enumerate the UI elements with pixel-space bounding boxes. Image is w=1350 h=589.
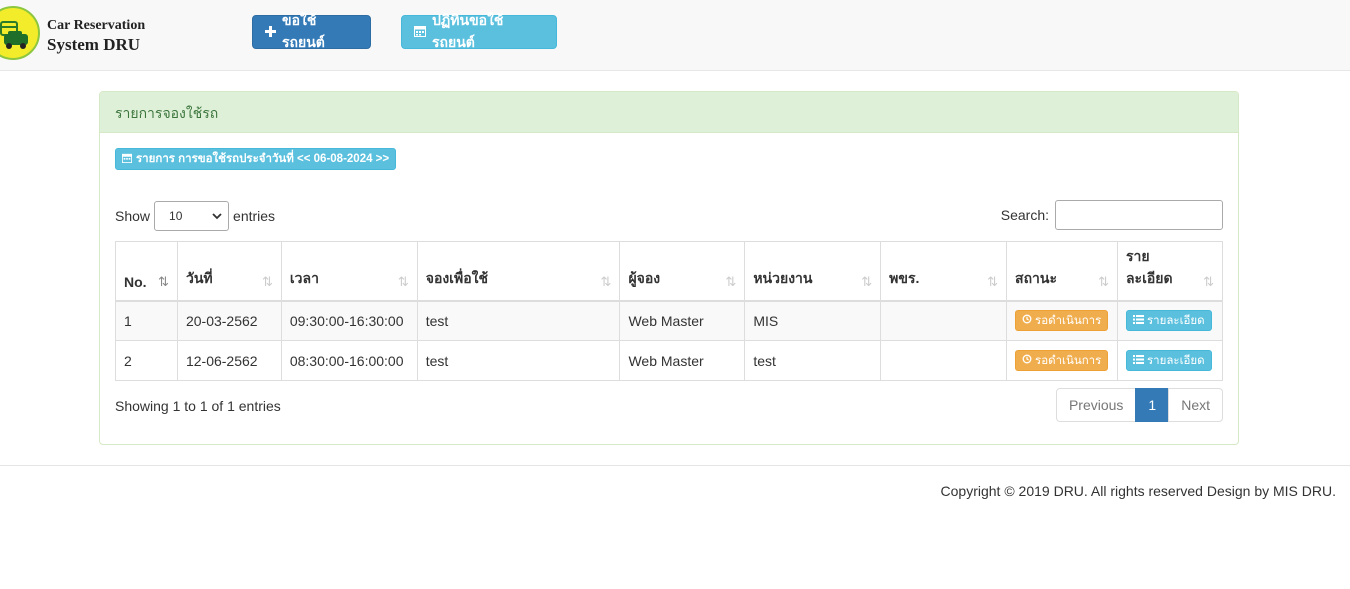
table-row: 1 20-03-2562 09:30:00-16:30:00 test Web … — [115, 300, 1224, 341]
cell-booker: Web Master — [619, 340, 746, 381]
panel-heading: รายการจองใช้รถ — [100, 92, 1238, 133]
footer-copyright: Copyright © 2019 DRU. All rights reserve… — [940, 483, 1336, 499]
column-header-time[interactable]: เวลา ⇅ — [280, 241, 418, 302]
cell-no: 1 — [115, 300, 178, 341]
sort-icon: ⇅ — [725, 273, 737, 289]
status-text: รอดำเนินการ — [1035, 354, 1102, 367]
sort-icon: ⇅ — [1098, 273, 1109, 289]
pagination-previous[interactable]: Previous — [1055, 388, 1137, 422]
pagination-next[interactable]: Next — [1168, 388, 1223, 422]
cell-unit: test — [744, 340, 882, 381]
search-control: Search: — [1001, 200, 1223, 230]
list-icon — [1132, 354, 1144, 367]
detail-text: รายละเอียด — [1146, 314, 1205, 327]
cell-status: รอดำเนินการ — [1006, 340, 1118, 381]
column-header-purpose[interactable]: จองเพื่อใช้ ⇅ — [416, 241, 621, 302]
column-header-booker[interactable]: ผู้จอง ⇅ — [619, 241, 746, 302]
chevron-down-icon — [212, 209, 222, 223]
search-label: Search: — [1000, 207, 1049, 223]
cell-no: 2 — [115, 340, 178, 381]
length-control: Show 10 entries — [115, 201, 275, 231]
history-icon — [1022, 314, 1032, 327]
column-header-unit[interactable]: หน่วยงาน ⇅ — [744, 241, 882, 302]
table-row: 2 12-06-2562 08:30:00-16:00:00 test Web … — [115, 340, 1224, 381]
entries-label: entries — [233, 208, 276, 224]
navbar: Car Reservation System DRU ขอใช้รถยนต์ ป… — [0, 0, 1350, 71]
cell-purpose: test — [416, 300, 621, 341]
table-header-row: No. ⇅ วันที่ ⇅ เวลา ⇅ จองเพื่อใช้ ⇅ ผู้จอง ⇅ … — [115, 241, 1224, 302]
calendar-icon — [414, 24, 426, 40]
plus-icon — [265, 24, 276, 40]
cell-date: 12-06-2562 — [176, 340, 282, 381]
cell-unit: MIS — [744, 300, 882, 341]
sort-icon: ⇅ — [600, 273, 612, 289]
calendar-icon — [122, 153, 132, 166]
request-car-label: ขอใช้รถยนต์ — [282, 12, 325, 50]
entries-select-value: 10 — [169, 209, 183, 223]
cell-driver — [880, 300, 1008, 341]
column-header-driver[interactable]: พขร. ⇅ — [880, 241, 1008, 302]
list-icon — [1132, 314, 1144, 327]
sort-icon: ⇅ — [261, 273, 273, 289]
request-car-button[interactable]: ขอใช้รถยนต์ — [252, 12, 371, 50]
cell-detail: รายละเอียด — [1116, 340, 1224, 381]
search-input[interactable] — [1055, 200, 1223, 230]
column-header-no[interactable]: No. ⇅ — [115, 241, 178, 302]
cell-detail: รายละเอียด — [1116, 300, 1224, 341]
status-text: รอดำเนินการ — [1035, 314, 1102, 327]
date-label-text: รายการ การขอใช้รถประจำวันที่ << 06-08-20… — [136, 153, 390, 165]
column-header-detail[interactable]: ราย ละเอียด ⇅ — [1116, 241, 1224, 302]
sort-icon: ⇅ — [861, 273, 873, 289]
pagination-page-1[interactable]: 1 — [1135, 388, 1170, 422]
status-badge[interactable]: รอดำเนินการ — [1015, 310, 1109, 332]
table-info: Showing 1 to 1 of 1 entries — [115, 398, 281, 414]
detail-button[interactable]: รายละเอียด — [1125, 310, 1212, 332]
show-label: Show — [115, 208, 151, 224]
cell-time: 08:30:00-16:00:00 — [280, 340, 418, 381]
detail-button[interactable]: รายละเอียด — [1125, 350, 1212, 371]
cell-purpose: test — [416, 340, 621, 381]
cell-driver — [880, 340, 1008, 381]
calendar-button[interactable]: ปฏิทินขอใช้รถยนต์ — [401, 12, 557, 50]
pagination: Previous 1 Next — [1055, 388, 1223, 422]
brand-line-2: System DRU — [47, 35, 141, 54]
reservation-panel: รายการจองใช้รถ รายการ การขอใช้รถประจำวัน… — [99, 91, 1239, 445]
column-header-status[interactable]: สถานะ ⇅ — [1006, 241, 1118, 302]
column-header-date[interactable]: วันที่ ⇅ — [176, 241, 282, 302]
brand-title[interactable]: Car Reservation System DRU — [47, 16, 145, 54]
date-label[interactable]: รายการ การขอใช้รถประจำวันที่ << 06-08-20… — [115, 148, 397, 170]
detail-text: รายละเอียด — [1146, 354, 1205, 367]
sort-icon: ⇅ — [987, 273, 999, 289]
cell-booker: Web Master — [619, 300, 746, 341]
sort-icon: ⇅ — [1203, 273, 1214, 289]
status-badge[interactable]: รอดำเนินการ — [1015, 350, 1109, 371]
calendar-label: ปฏิทินขอใช้รถยนต์ — [432, 12, 504, 50]
brand-line-1: Car Reservation — [47, 18, 146, 33]
footer-divider — [0, 465, 1350, 466]
cell-status: รอดำเนินการ — [1006, 300, 1118, 341]
entries-select[interactable]: 10 — [154, 201, 230, 231]
sort-icon: ⇅ — [158, 273, 169, 289]
reservation-table: No. ⇅ วันที่ ⇅ เวลา ⇅ จองเพื่อใช้ ⇅ ผู้จอง ⇅ … — [115, 241, 1224, 381]
cell-time: 09:30:00-16:30:00 — [280, 300, 418, 341]
history-icon — [1022, 354, 1032, 367]
cell-date: 20-03-2562 — [176, 300, 282, 341]
car-logo-icon[interactable] — [0, 6, 40, 60]
sort-icon: ⇅ — [397, 273, 409, 289]
